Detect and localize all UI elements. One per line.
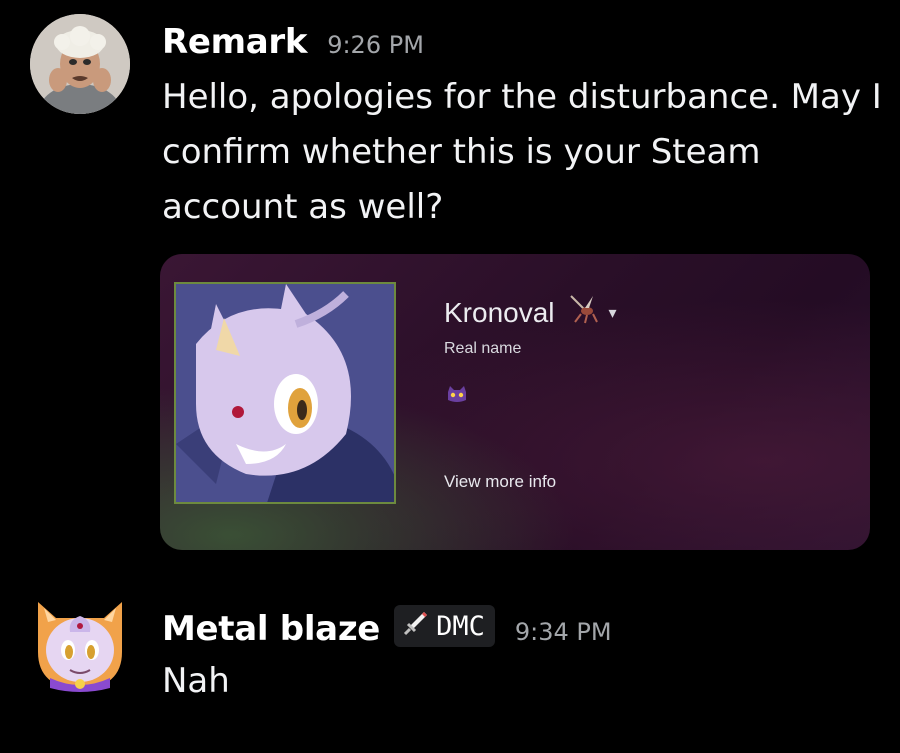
- message-remark: Remark 9:26 PM Hello, apologies for the …: [0, 0, 900, 570]
- username[interactable]: Metal blaze: [162, 609, 380, 649]
- steam-profile-embed[interactable]: Kronoval ▾ Real name View more info: [160, 254, 870, 550]
- message-text: Nah: [162, 661, 230, 701]
- avatar-remark[interactable]: [30, 14, 130, 114]
- sword-icon: [402, 609, 430, 644]
- cat-badge-icon: [446, 386, 468, 408]
- view-more-info-link[interactable]: View more info: [444, 472, 556, 492]
- timestamp: 9:34 PM: [514, 617, 612, 646]
- avatar-metal-blaze[interactable]: [30, 592, 130, 692]
- message-header: Metal blaze DMC 9:34 PM: [162, 605, 612, 650]
- chevron-down-icon[interactable]: ▾: [609, 303, 617, 323]
- server-tag[interactable]: DMC: [394, 605, 495, 647]
- message-metal-blaze: Metal blaze DMC 9:34 PM Nah: [0, 580, 900, 753]
- message-text: Hello, apologies for the disturbance. Ma…: [162, 77, 882, 227]
- timestamp: 9:26 PM: [327, 31, 424, 59]
- message-header: Remark 9:26 PM: [162, 22, 424, 62]
- server-tag-label: DMC: [436, 610, 485, 642]
- profile-name[interactable]: Kronoval: [444, 297, 555, 329]
- cat-character-avatar-icon: [174, 282, 396, 504]
- profile-name-row: Kronoval ▾: [444, 294, 617, 331]
- username[interactable]: Remark: [162, 22, 308, 62]
- mosquito-icon: [567, 294, 601, 331]
- real-name-label: Real name: [444, 340, 522, 357]
